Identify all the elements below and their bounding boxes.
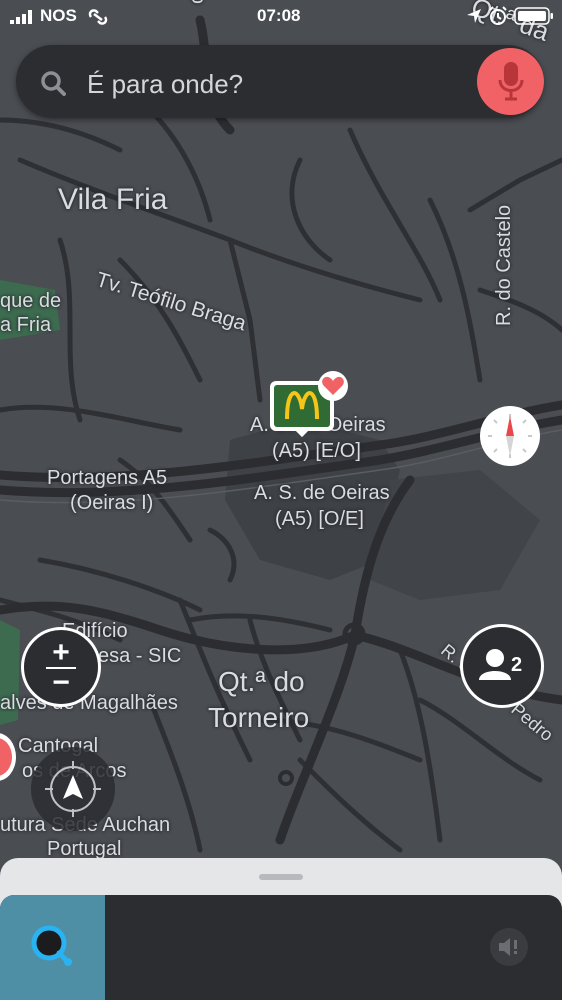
- wazers-count: 2: [511, 654, 523, 676]
- search-placeholder[interactable]: É para onde?: [87, 69, 243, 100]
- recenter-button[interactable]: [31, 747, 115, 831]
- favorite-heart-icon: [318, 371, 348, 401]
- destination-search-bar[interactable]: É para onde?: [16, 45, 544, 118]
- map-label-portagens-2: (Oeiras I): [70, 492, 154, 514]
- compass-icon: [480, 406, 540, 466]
- nearby-wazers-button[interactable]: 2: [460, 624, 544, 708]
- carrier-name: NOS: [40, 6, 77, 25]
- map-label-parque-2: a Fria: [0, 314, 52, 336]
- waze-search-button[interactable]: [0, 895, 105, 1000]
- map-label-portagens-1: Portagens A5: [47, 467, 168, 489]
- location-arrow-icon: [466, 8, 482, 24]
- map-label-qta-torneiro-1: Qt.ª do: [218, 666, 305, 697]
- bottom-panel: [0, 895, 562, 1000]
- map-label-vila-fria: Vila Fria: [58, 183, 168, 216]
- clock: 07:08: [257, 6, 301, 25]
- waze-search-icon: [28, 922, 76, 970]
- link-icon: [88, 8, 108, 26]
- zoom-in-button[interactable]: +: [24, 636, 98, 670]
- map-label-r-castelo: R. do Castelo: [493, 204, 515, 326]
- status-bar: NOS 07:08: [0, 0, 562, 32]
- wazer-icon: [478, 646, 512, 686]
- sound-alert-button[interactable]: [490, 928, 528, 966]
- mcdonalds-logo-icon: [284, 390, 320, 421]
- poi-mcdonalds[interactable]: [270, 371, 348, 441]
- zoom-out-button[interactable]: −: [24, 666, 98, 700]
- map-label-a5-south-2: (A5) [O/E]: [275, 508, 364, 530]
- map-label-qta-torneiro-2: Torneiro: [208, 702, 310, 733]
- sound-alert-icon: [497, 936, 521, 958]
- signal-icon: [10, 10, 36, 24]
- mic-icon: [497, 62, 525, 102]
- recenter-icon: [41, 757, 105, 821]
- compass-button[interactable]: [480, 406, 540, 466]
- zoom-control[interactable]: + −: [21, 627, 101, 707]
- battery-icon: [514, 7, 554, 25]
- map-label-parque-1: que de: [0, 290, 62, 312]
- alarm-icon: [488, 6, 508, 26]
- sheet-handle[interactable]: [259, 874, 303, 880]
- map-label-a5-south-1: A. S. de Oeiras: [254, 482, 390, 504]
- map-label-a5-north-2: (A5) [E/O]: [272, 440, 361, 462]
- voice-search-button[interactable]: [477, 48, 544, 115]
- search-icon: [40, 70, 66, 96]
